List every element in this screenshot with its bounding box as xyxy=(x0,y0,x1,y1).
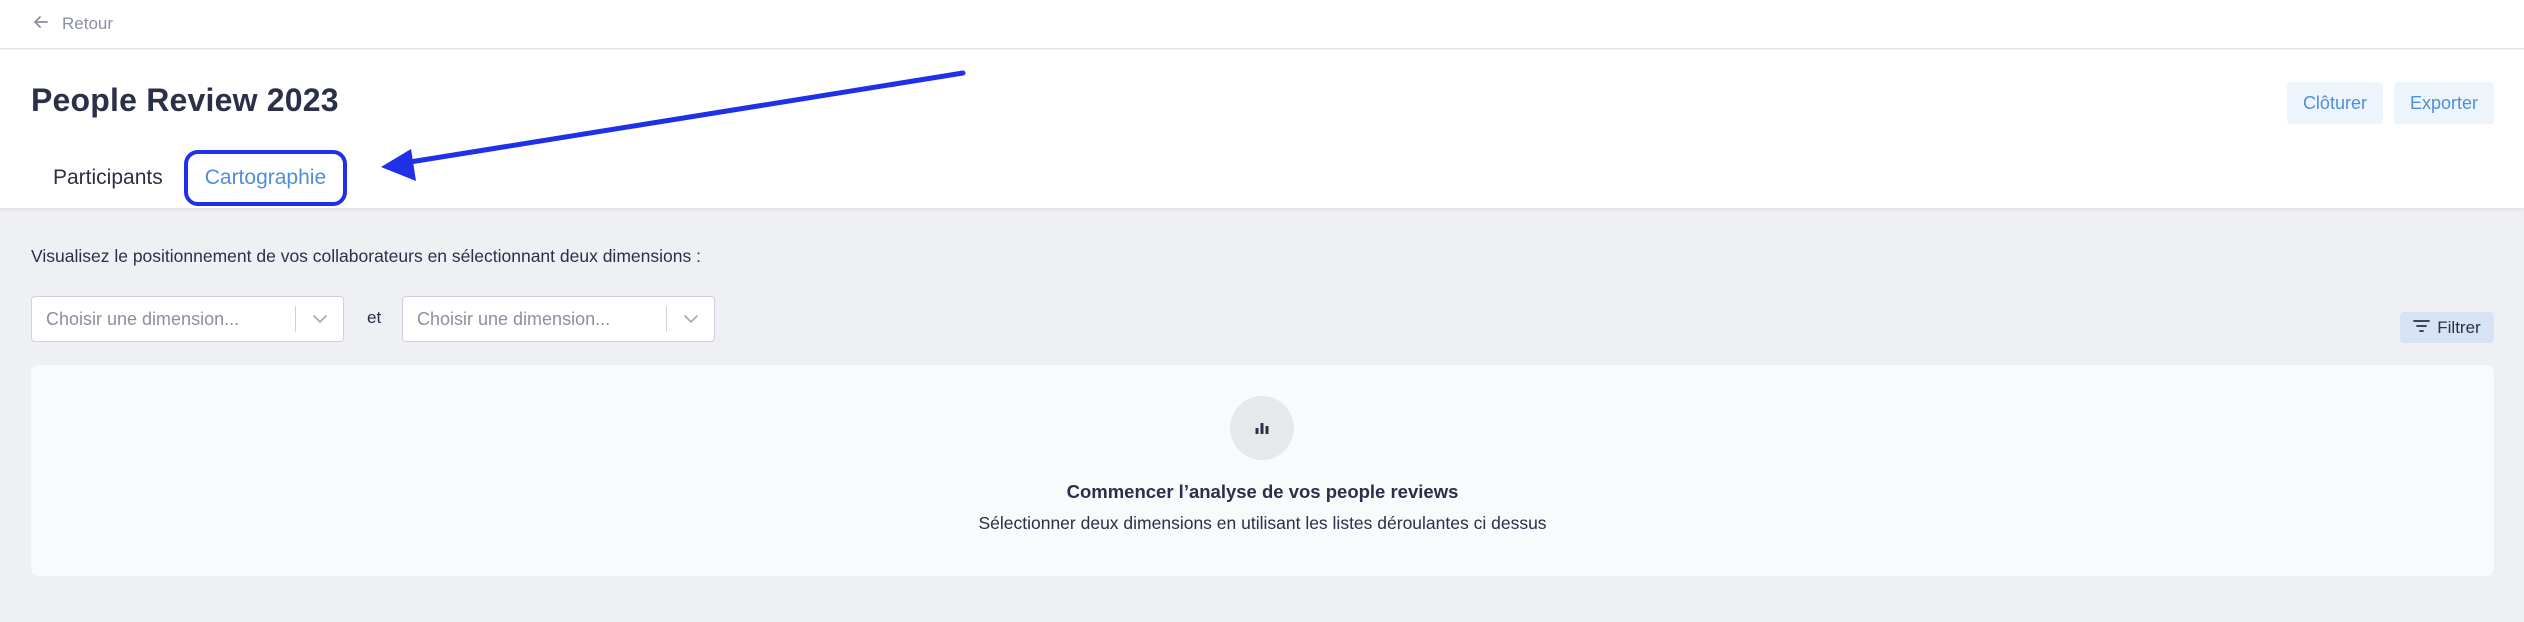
page-header: People Review 2023 Clôturer Exporter Par… xyxy=(0,50,2524,208)
chevron-down-icon[interactable] xyxy=(667,309,714,329)
filter-icon xyxy=(2413,318,2431,338)
dimension-connector: et xyxy=(367,308,382,327)
bar-chart-icon xyxy=(1230,396,1294,460)
arrow-left-icon xyxy=(32,13,50,36)
filter-button[interactable]: Filtrer xyxy=(2400,312,2494,343)
dimension-select-1-placeholder: Choisir une dimension... xyxy=(46,308,240,329)
empty-state-title: Commencer l’analyse de vos people review… xyxy=(1066,481,1459,502)
back-link-label: Retour xyxy=(62,14,114,33)
back-link[interactable]: Retour xyxy=(32,13,113,36)
page-title: People Review 2023 xyxy=(31,82,339,118)
tab-cartographie[interactable]: Cartographie xyxy=(183,150,348,206)
tab-bar: Participants Cartographie xyxy=(53,150,348,206)
dimension-select-1[interactable]: Choisir une dimension... xyxy=(31,296,344,342)
export-button[interactable]: Exporter xyxy=(2393,82,2494,124)
close-review-button[interactable]: Clôturer xyxy=(2286,82,2383,124)
dimension-select-2-placeholder: Choisir une dimension... xyxy=(417,308,611,329)
chevron-down-icon[interactable] xyxy=(296,309,343,329)
top-bar: Retour xyxy=(0,0,2524,49)
header-actions: Clôturer Exporter xyxy=(2286,82,2494,124)
tab-participants[interactable]: Participants xyxy=(53,166,163,190)
empty-state-card: Commencer l’analyse de vos people review… xyxy=(31,365,2494,576)
intro-text: Visualisez le positionnement de vos coll… xyxy=(31,246,701,266)
empty-state-subtitle: Sélectionner deux dimensions en utilisan… xyxy=(978,513,1547,533)
dimension-select-2[interactable]: Choisir une dimension... xyxy=(402,296,715,342)
filter-button-label: Filtrer xyxy=(2437,317,2481,337)
